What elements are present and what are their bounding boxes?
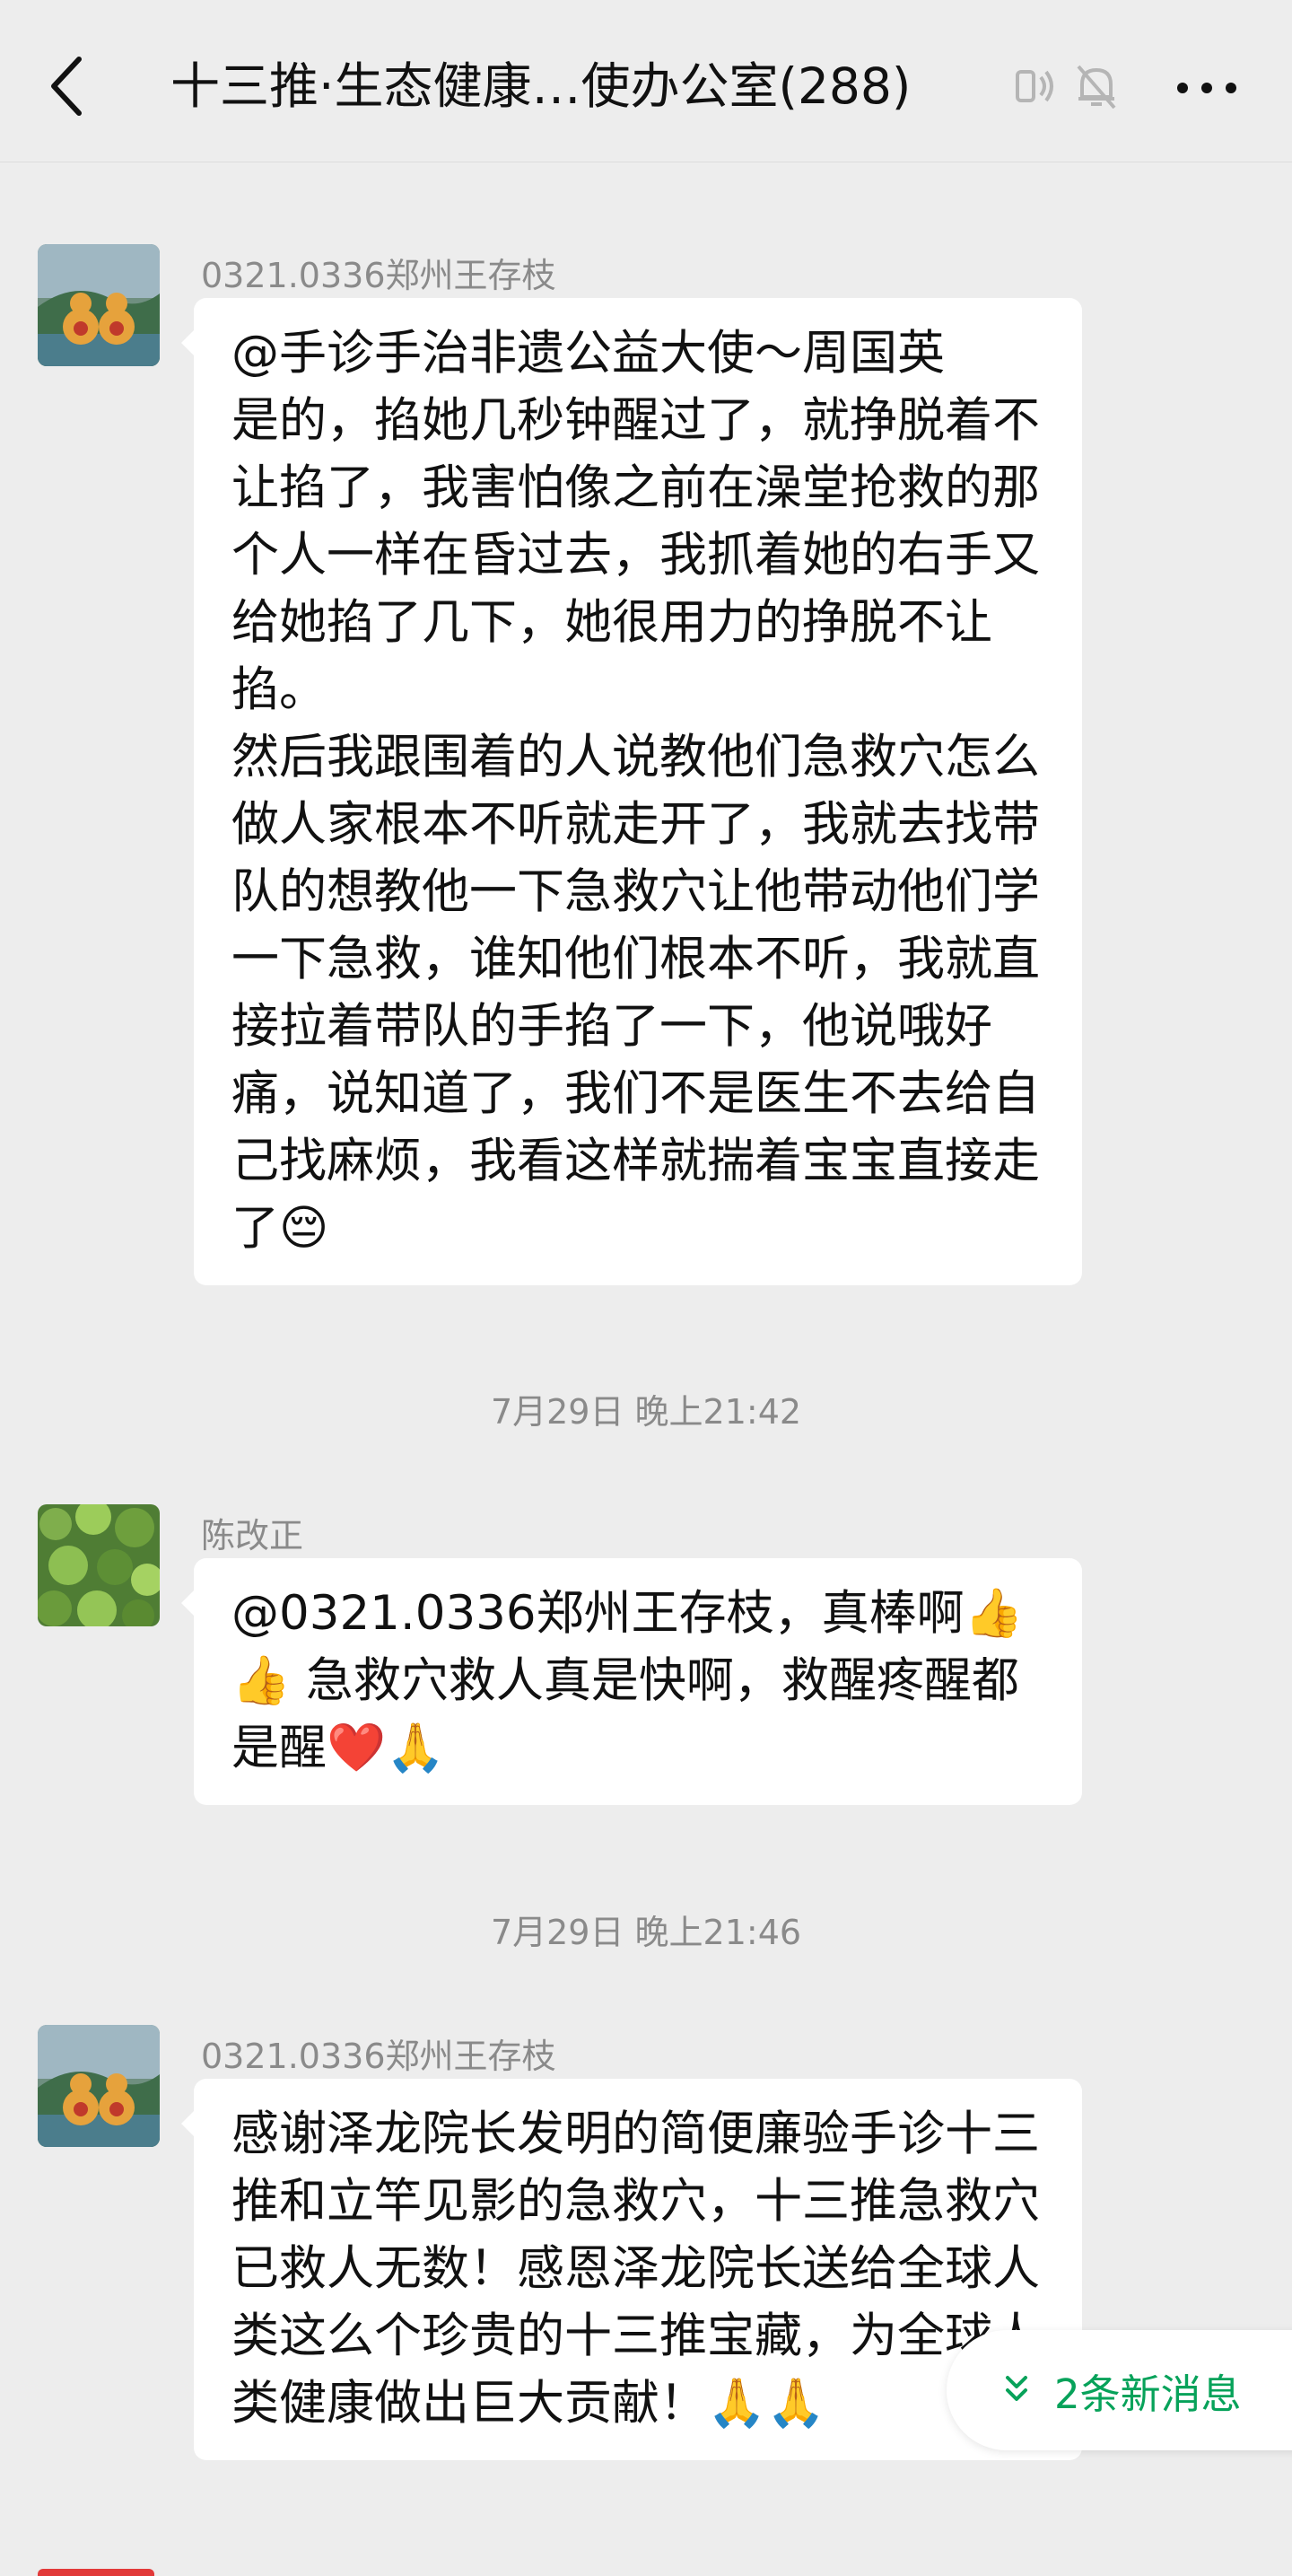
avatar[interactable] (38, 2025, 160, 2147)
more-dots-icon (1177, 83, 1236, 93)
chevron-left-icon (51, 57, 82, 116)
voice-mode-button[interactable] (1014, 61, 1059, 115)
next-message-avatar-peek (38, 2569, 154, 2576)
more-button[interactable] (1166, 63, 1247, 113)
avatar[interactable] (38, 244, 160, 366)
sender-name[interactable]: 陈改正 (201, 1508, 303, 1557)
sender-name[interactable]: 0321.0336郑州王存枝 (201, 2028, 556, 2078)
message-text: 感谢泽龙院长发明的简便廉验手诊十三推和立竿见影的急救穴，十三推急救穴已救人无数！… (231, 2107, 1040, 2431)
sender-name[interactable]: 0321.0336郑州王存枝 (201, 248, 556, 297)
speaker-icon (1016, 70, 1053, 102)
timestamp: 7月29日 晚上21:42 (490, 1392, 802, 1432)
timestamp: 7月29日 晚上21:46 (490, 1913, 802, 1952)
avatar[interactable] (38, 1504, 160, 1626)
new-messages-label: 2条新消息 (1054, 2370, 1242, 2418)
message-text: @0321.0336郑州王存枝，真棒啊👍👍 急救穴救人真是快啊，救醒疼醒都是醒❤… (231, 1586, 1024, 1775)
chat-title[interactable]: 十三推·生态健康…使办公室(288) (170, 50, 978, 122)
chat-header: 十三推·生态健康…使办公室(288) (0, 0, 1292, 162)
bell-muted-icon (1077, 65, 1116, 110)
message-bubble[interactable]: @手诊手治非遗公益大使～周国英 是的，掐她几秒钟醒过了，就挣脱着不让掐了，我害怕… (181, 298, 1082, 1285)
double-chevron-down-icon (1006, 2376, 1027, 2401)
mute-status (1073, 61, 1120, 115)
message-text: @手诊手治非遗公益大使～周国英 是的，掐她几秒钟醒过了，就挣脱着不让掐了，我害怕… (231, 326, 1040, 1256)
message-bubble[interactable]: @0321.0336郑州王存枝，真棒啊👍👍 急救穴救人真是快啊，救醒疼醒都是醒❤… (181, 1558, 1082, 1805)
new-messages-button[interactable]: 2条新消息 (947, 2330, 1292, 2450)
back-button[interactable] (43, 52, 97, 120)
